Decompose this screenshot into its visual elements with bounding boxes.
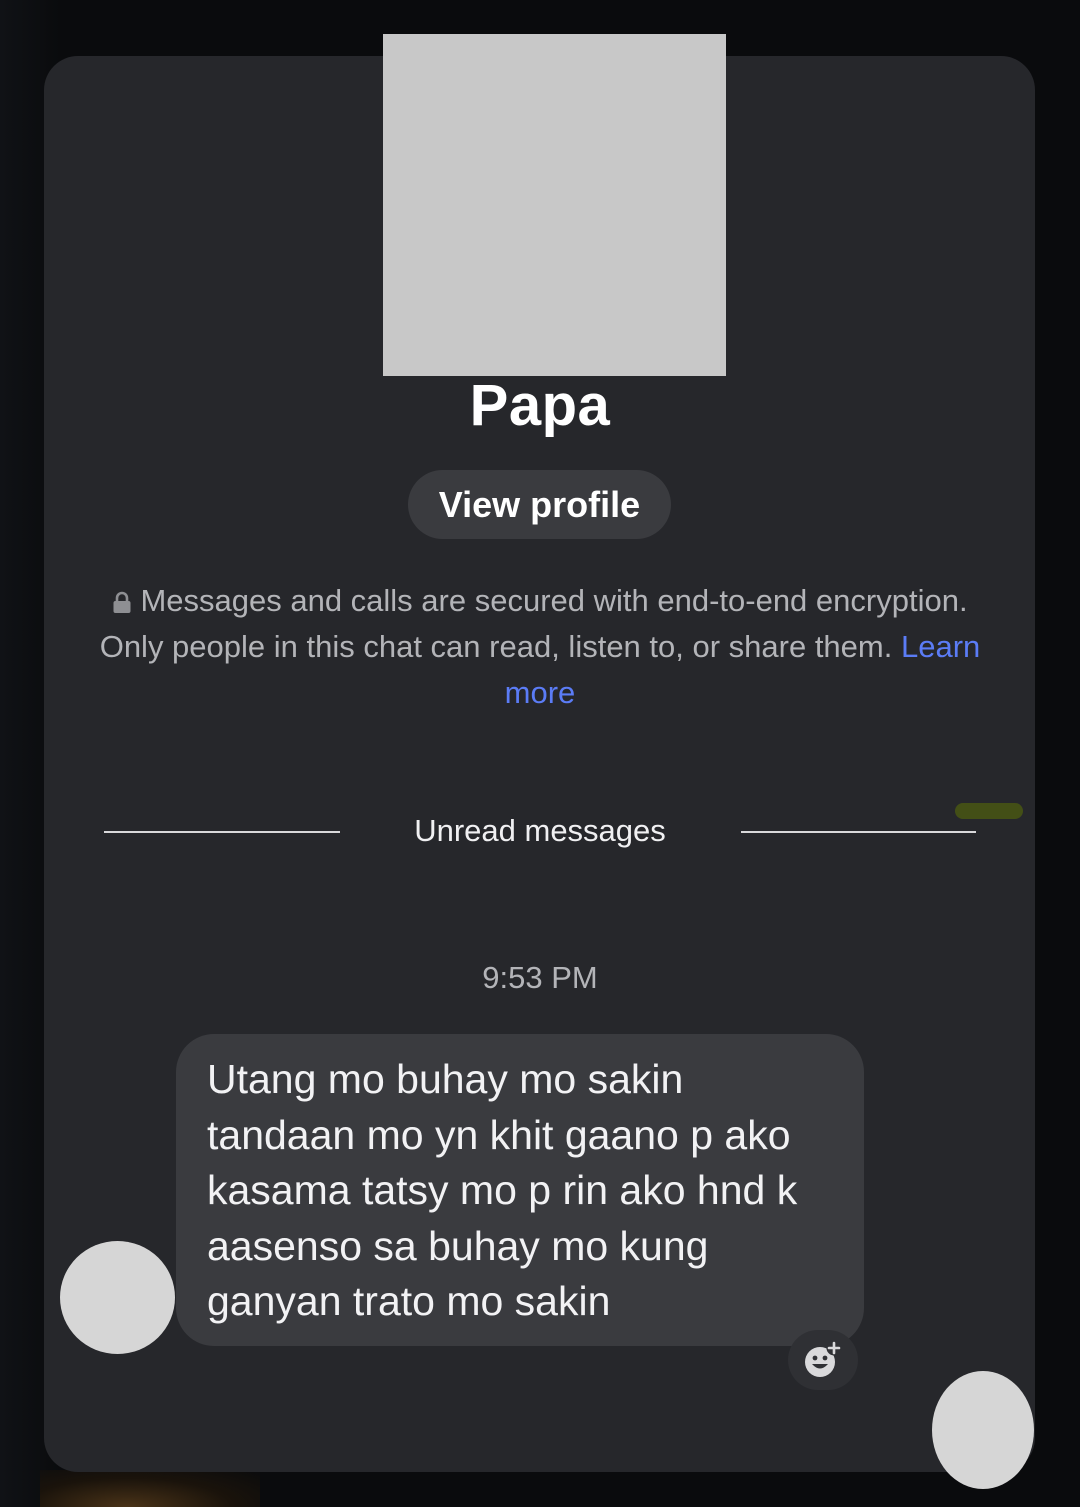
encryption-text: Messages and calls are secured with end-…: [99, 583, 968, 664]
unread-messages-divider: Unread messages: [414, 813, 666, 848]
user-avatar[interactable]: [932, 1371, 1034, 1489]
background-glow: [40, 1470, 260, 1507]
contact-avatar: [383, 34, 726, 376]
add-reaction-button[interactable]: [788, 1330, 858, 1390]
message-timestamp: 9:53 PM: [482, 960, 598, 995]
sender-avatar[interactable]: [60, 1241, 175, 1354]
lock-icon: [113, 591, 131, 613]
background-smudge: [955, 803, 1023, 819]
divider-line-left: [104, 831, 340, 833]
contact-name: Papa: [469, 373, 611, 438]
encryption-notice: Messages and calls are secured with end-…: [90, 578, 990, 716]
message-bubble[interactable]: Utang mo buhay mo sakin tandaan mo yn kh…: [176, 1034, 864, 1346]
message-text: Utang mo buhay mo sakin tandaan mo yn kh…: [207, 1056, 798, 1324]
add-reaction-icon: [805, 1340, 842, 1377]
view-profile-button[interactable]: View profile: [408, 470, 671, 539]
divider-line-right: [741, 831, 976, 833]
